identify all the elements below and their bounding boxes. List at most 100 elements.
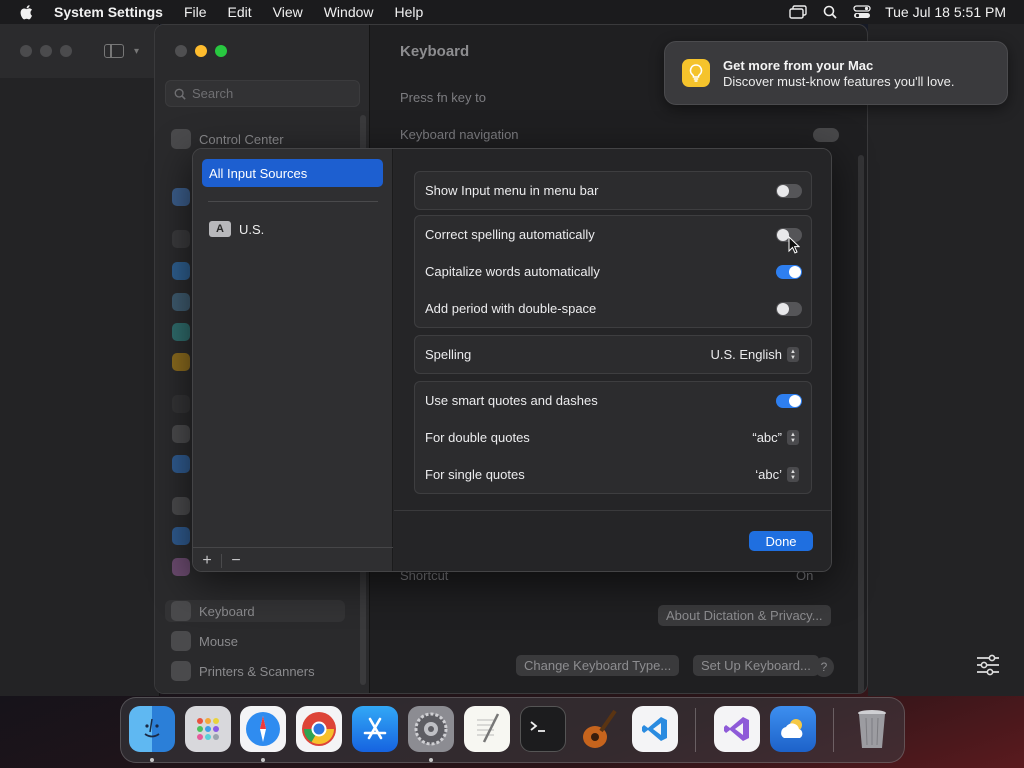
battery-icon[interactable] xyxy=(172,353,190,371)
spotlight-search-icon[interactable] xyxy=(821,5,839,19)
sidebar-item-printers[interactable]: Printers & Scanners xyxy=(171,660,315,682)
done-button[interactable]: Done xyxy=(749,531,813,551)
window-zoom-button[interactable] xyxy=(60,45,72,57)
add-period-toggle[interactable] xyxy=(776,302,802,316)
menu-edit[interactable]: Edit xyxy=(228,4,252,20)
sidebar-item-keyboard[interactable]: Keyboard xyxy=(165,600,345,622)
siri-icon[interactable] xyxy=(172,188,190,206)
menu-window[interactable]: Window xyxy=(324,4,374,20)
source-all-input-sources[interactable]: All Input Sources xyxy=(202,159,383,187)
launchpad-icon[interactable] xyxy=(185,706,231,752)
content-scrollbar[interactable] xyxy=(858,155,864,693)
spelling-popup[interactable]: U.S. English ▲ ▼ xyxy=(710,336,799,373)
vscode-icon[interactable] xyxy=(632,706,678,752)
double-quotes-popup[interactable]: “abc” ▲ ▼ xyxy=(752,419,799,456)
dock-separator xyxy=(695,708,696,752)
input-sources-sheet: All Input Sources A U.S. + − Show Input … xyxy=(192,148,832,572)
add-period-row: Add period with double-space xyxy=(415,290,811,327)
sheet-footer-divider xyxy=(394,510,831,511)
garageband-icon[interactable] xyxy=(576,706,622,752)
game-center-icon[interactable] xyxy=(172,558,190,576)
internet-accounts-icon[interactable] xyxy=(172,527,190,545)
running-indicator xyxy=(429,758,433,762)
sidebar-item-label: Control Center xyxy=(199,131,284,147)
keyboard-navigation-label: Keyboard navigation xyxy=(400,127,519,142)
set-up-keyboard-button[interactable]: Set Up Keyboard... xyxy=(693,655,819,676)
safari-icon[interactable] xyxy=(240,706,286,752)
keyboard-icon xyxy=(171,601,191,621)
desktop-dock-icon[interactable] xyxy=(172,230,190,248)
smart-quotes-label: Use smart quotes and dashes xyxy=(425,393,598,408)
chevron-down-icon[interactable]: ▾ xyxy=(134,46,139,57)
minimize-button[interactable] xyxy=(195,45,207,57)
textedit-icon[interactable] xyxy=(464,706,510,752)
apple-icon[interactable] xyxy=(19,4,33,20)
sidebar-item-control-center[interactable]: Control Center xyxy=(171,128,284,150)
trash-icon[interactable] xyxy=(849,706,895,752)
terminal-icon[interactable] xyxy=(520,706,566,752)
control-center-icon[interactable] xyxy=(853,5,871,19)
smart-quotes-group: Use smart quotes and dashes For double q… xyxy=(414,381,812,494)
double-quotes-label: For double quotes xyxy=(425,430,530,445)
search-field[interactable]: Search xyxy=(165,80,360,107)
displays-icon[interactable] xyxy=(172,262,190,280)
screen-mirroring-icon[interactable] xyxy=(789,5,807,19)
single-quotes-row: For single quotes ‘abc’ ▲ ▼ xyxy=(415,456,811,493)
touch-id-icon[interactable] xyxy=(172,425,190,443)
weather-icon[interactable] xyxy=(770,706,816,752)
finder-icon[interactable] xyxy=(129,706,175,752)
add-source-button[interactable]: + xyxy=(193,552,221,570)
sidebar-item-label: Printers & Scanners xyxy=(199,663,315,679)
help-button[interactable]: ? xyxy=(814,657,834,677)
double-quotes-value: “abc” xyxy=(752,430,782,445)
app-store-icon[interactable] xyxy=(352,706,398,752)
change-keyboard-type-button[interactable]: Change Keyboard Type... xyxy=(516,655,680,676)
menu-file[interactable]: File xyxy=(184,4,207,20)
show-input-menu-toggle[interactable] xyxy=(776,184,802,198)
window-minimize-button[interactable] xyxy=(40,45,52,57)
capitalize-words-toggle[interactable] xyxy=(776,265,802,279)
background-window: ▾ xyxy=(0,24,160,696)
about-dictation-button[interactable]: About Dictation & Privacy... xyxy=(658,605,831,626)
menu-view[interactable]: View xyxy=(273,4,303,20)
keyboard-navigation-toggle[interactable] xyxy=(813,128,839,142)
correct-spelling-row: Correct spelling automatically xyxy=(415,216,811,253)
smart-quotes-toggle[interactable] xyxy=(776,394,802,408)
menu-help[interactable]: Help xyxy=(395,4,424,20)
lock-screen-icon[interactable] xyxy=(172,395,190,413)
chrome-icon[interactable] xyxy=(296,706,342,752)
system-settings-icon[interactable] xyxy=(408,706,454,752)
search-placeholder: Search xyxy=(192,86,234,101)
mouse-icon xyxy=(171,631,191,651)
dock-separator xyxy=(833,708,834,752)
sidebar-toggle-icon[interactable] xyxy=(104,44,124,58)
mouse-cursor-icon xyxy=(788,236,800,254)
passwords-icon[interactable] xyxy=(172,497,190,515)
up-down-chevron-icon: ▲ ▼ xyxy=(787,347,799,362)
visual-studio-icon[interactable] xyxy=(714,706,760,752)
menubar-clock[interactable]: Tue Jul 18 5:51 PM xyxy=(885,4,1006,20)
wallpaper-icon[interactable] xyxy=(172,293,190,311)
dock xyxy=(120,697,905,763)
remove-source-button[interactable]: − xyxy=(222,552,250,570)
notification-banner[interactable]: Get more from your Mac Discover must-kno… xyxy=(664,41,1008,105)
spelling-row: Spelling U.S. English ▲ ▼ xyxy=(415,336,811,373)
correct-spelling-label: Correct spelling automatically xyxy=(425,227,595,242)
input-sources-list: All Input Sources A U.S. + − xyxy=(193,149,393,571)
window-close-button[interactable] xyxy=(20,45,32,57)
source-us[interactable]: A U.S. xyxy=(209,221,264,237)
single-quotes-popup[interactable]: ‘abc’ ▲ ▼ xyxy=(755,456,799,493)
users-groups-icon[interactable] xyxy=(172,455,190,473)
sliders-icon[interactable] xyxy=(976,654,1000,676)
zoom-button[interactable] xyxy=(215,45,227,57)
add-period-label: Add period with double-space xyxy=(425,301,597,316)
sidebar-item-mouse[interactable]: Mouse xyxy=(171,630,238,652)
close-button[interactable] xyxy=(175,45,187,57)
screen-saver-icon[interactable] xyxy=(172,323,190,341)
up-down-chevron-icon: ▲ ▼ xyxy=(787,430,799,445)
notification-body: Discover must-know features you'll love. xyxy=(723,73,955,89)
menu-app-name[interactable]: System Settings xyxy=(54,4,163,20)
show-input-menu-row: Show Input menu in menu bar xyxy=(415,172,811,209)
press-fn-label: Press fn key to xyxy=(400,90,486,105)
spelling-options-group: Correct spelling automatically Capitaliz… xyxy=(414,215,812,328)
